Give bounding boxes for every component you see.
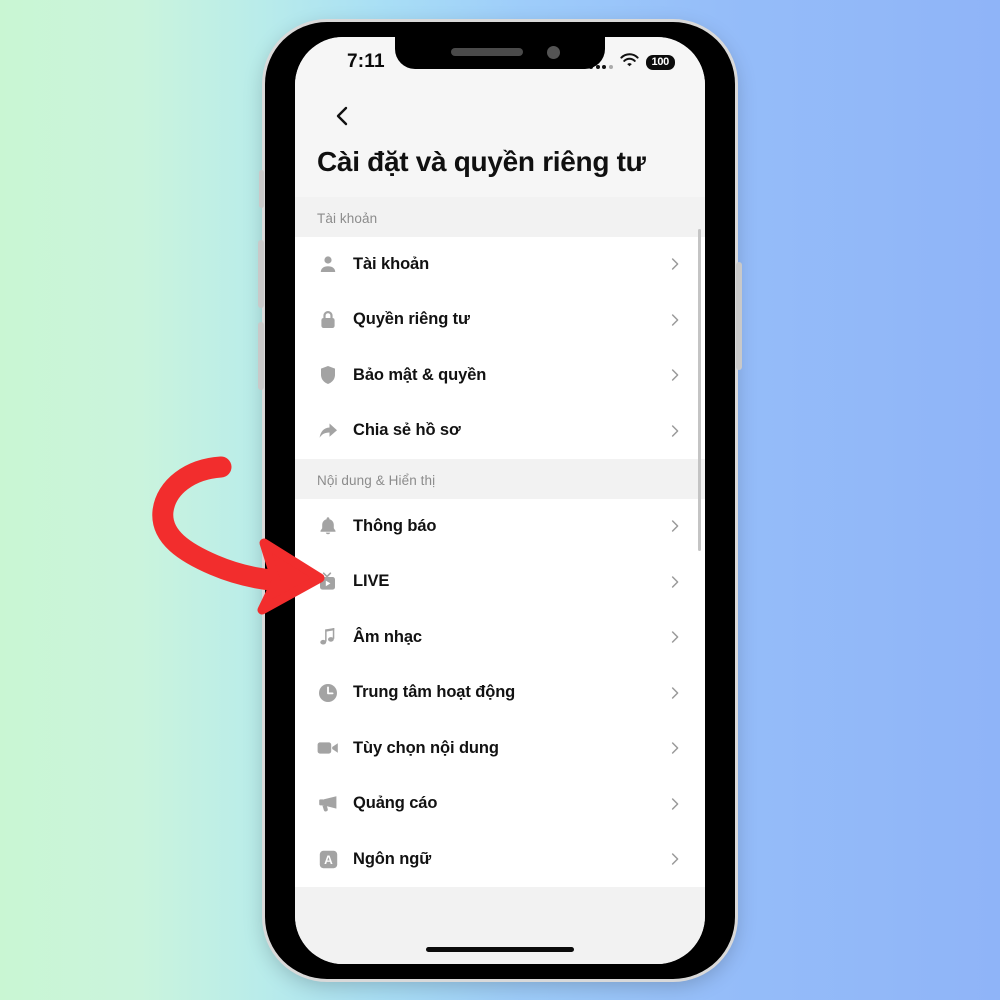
row-am-nhac[interactable]: Âm nhạc [295,610,705,666]
volume-down-button[interactable] [258,322,264,390]
svg-text:A: A [324,853,333,867]
settings-screen: Cài đặt và quyền riêng tư Tài khoản Tài … [295,89,705,964]
front-camera-icon [547,46,560,59]
back-button[interactable] [327,101,357,131]
chevron-right-icon [667,423,683,439]
account-settings-card: Tài khoản Quyền riêng tư Bảo mật & quyền… [295,236,705,459]
chevron-right-icon [667,740,683,756]
row-tuy-chon-noi-dung[interactable]: Tùy chọn nội dung [295,721,705,777]
chevron-right-icon [667,685,683,701]
home-indicator[interactable] [426,947,574,952]
chevron-right-icon [667,518,683,534]
chevron-right-icon [667,574,683,590]
row-label: Tài khoản [353,254,430,273]
power-button[interactable] [736,262,742,370]
row-label: Bảo mật & quyền [353,365,487,384]
row-tai-khoan[interactable]: Tài khoản [295,237,705,293]
phone-screen: 7:11 100 Cài đặt và quyền riêng tư Tài k… [295,37,705,964]
chevron-right-icon [667,367,683,383]
row-ngon-ngu[interactable]: A Ngôn ngữ [295,832,705,888]
silent-switch-button[interactable] [259,170,264,208]
music-note-icon [317,626,339,648]
navigation-bar [295,89,705,145]
page-title: Cài đặt và quyền riêng tư [295,145,705,197]
letter-a-icon: A [317,848,339,870]
content-display-card: Thông báo LIVE Âm nhạc Trung tâm hoạt độ… [295,498,705,888]
clock-icon [317,682,339,704]
shield-icon [317,364,339,386]
chevron-right-icon [667,629,683,645]
earpiece-speaker [451,48,523,56]
chevron-right-icon [667,796,683,812]
section-header-account: Tài khoản [295,196,705,237]
phone-device-frame: 7:11 100 Cài đặt và quyền riêng tư Tài k… [258,22,742,979]
tv-icon [317,571,339,593]
section-header-content-display: Nội dung & Hiển thị [295,458,705,499]
row-quyen-rieng-tu[interactable]: Quyền riêng tư [295,292,705,348]
chevron-left-icon [336,106,348,126]
video-camera-icon [317,737,339,759]
row-label: Ngôn ngữ [353,849,432,868]
bell-icon [317,515,339,537]
person-icon [317,253,339,275]
row-bao-mat-quyen[interactable]: Bảo mật & quyền [295,348,705,404]
share-arrow-icon [317,420,339,442]
row-label: Chia sẻ hồ sơ [353,421,461,440]
row-live[interactable]: LIVE [295,554,705,610]
row-label: Thông báo [353,516,437,535]
chevron-right-icon [667,851,683,867]
row-label: Âm nhạc [353,627,422,646]
chevron-right-icon [667,312,683,328]
vertical-scrollbar[interactable] [698,229,701,551]
row-label: Quyền riêng tư [353,310,470,329]
row-trung-tam-hoat-dong[interactable]: Trung tâm hoạt động [295,665,705,721]
status-bar-time: 7:11 [347,51,385,72]
row-label: LIVE [353,572,390,591]
row-thong-bao[interactable]: Thông báo [295,499,705,555]
row-label: Tùy chọn nội dung [353,738,499,757]
row-quang-cao[interactable]: Quảng cáo [295,776,705,832]
megaphone-icon [317,793,339,815]
chevron-right-icon [667,256,683,272]
device-notch [395,37,605,69]
volume-up-button[interactable] [258,240,264,308]
wifi-icon [619,53,639,72]
battery-status-badge: 100 [645,55,675,70]
row-label: Quảng cáo [353,794,438,813]
lock-icon [317,309,339,331]
row-chia-se-ho-so[interactable]: Chia sẻ hồ sơ [295,403,705,459]
row-label: Trung tâm hoạt động [353,683,516,702]
